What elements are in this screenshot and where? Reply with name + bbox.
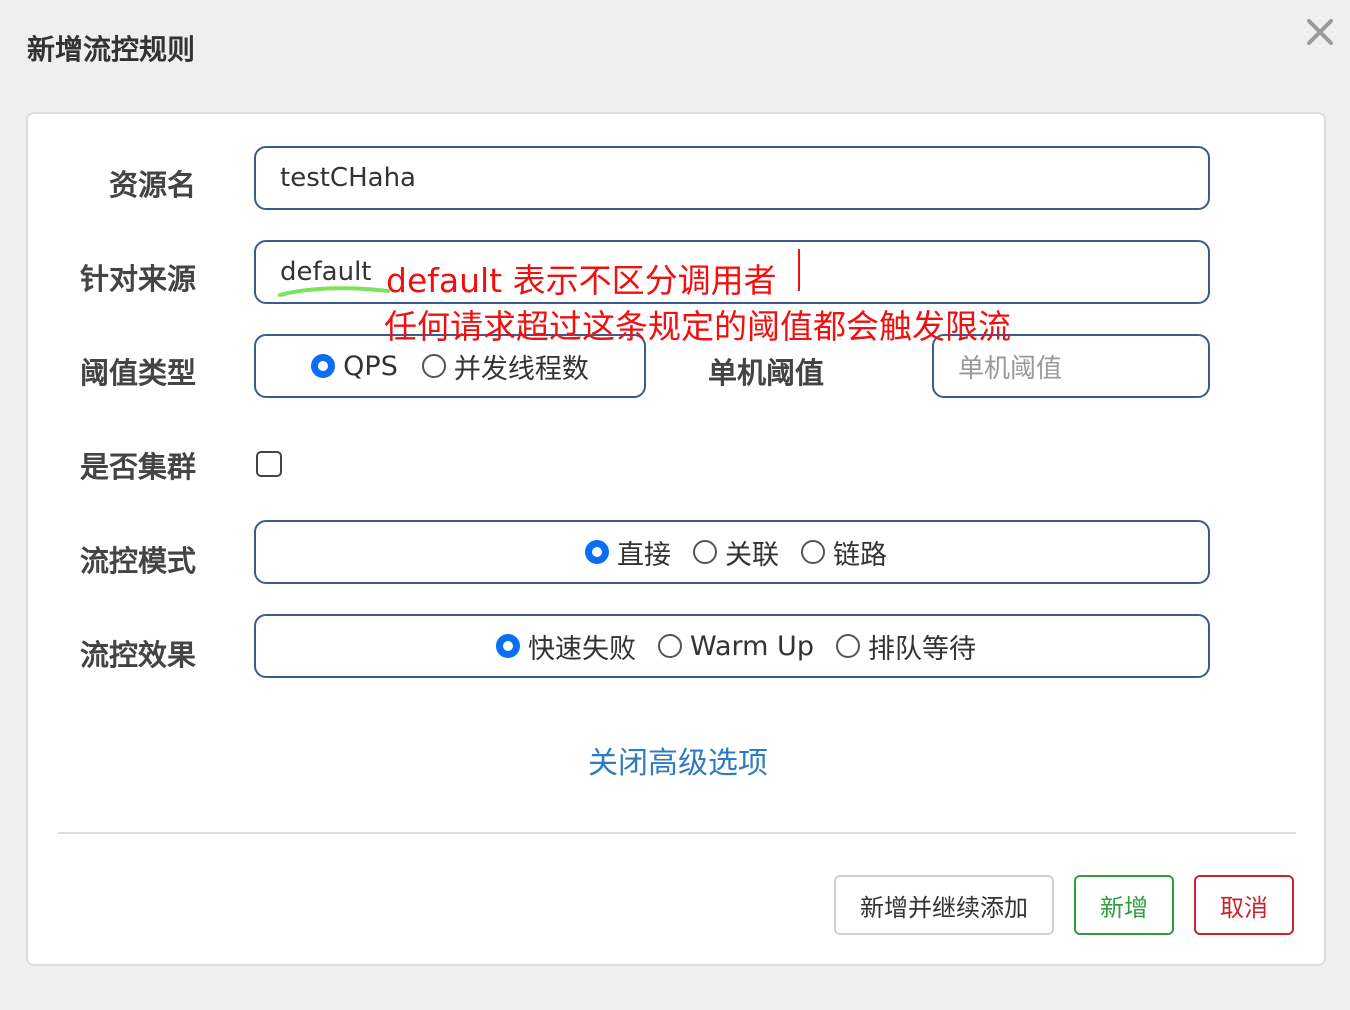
effect-fail-fast[interactable]: 快速失败	[496, 627, 636, 666]
effect-warm-up[interactable]: Warm Up	[658, 631, 814, 662]
radio-unchecked-icon	[801, 540, 825, 564]
radio-unchecked-icon	[835, 634, 860, 658]
radio-checked-icon	[585, 540, 609, 564]
threshold-type-qps[interactable]: QPS	[311, 351, 398, 382]
radio-checked-icon	[496, 634, 521, 658]
highlight-underline-mark	[278, 286, 390, 297]
radio-unchecked-icon	[658, 634, 683, 658]
cluster-label: 是否集群	[79, 450, 196, 484]
mode-direct[interactable]: 直接	[585, 533, 671, 572]
threshold-type-threads-label: 并发线程数	[453, 353, 589, 385]
rule-form-panel: 资源名 testCHaha 针对来源 default 阈值类型 QPS 并发线程…	[26, 112, 1326, 966]
mode-relate-label: 关联	[725, 539, 779, 571]
add-and-continue-button[interactable]: 新增并继续添加	[834, 875, 1054, 935]
threshold-type-qps-label: QPS	[343, 350, 398, 382]
origin-label: 针对来源	[79, 262, 196, 296]
threshold-type-label: 阈值类型	[79, 356, 196, 390]
annotation-line-1: default 表示不区分调用者	[386, 261, 777, 300]
resource-input[interactable]: testCHaha	[254, 146, 1210, 210]
toggle-advanced-link[interactable]: 关闭高级选项	[28, 738, 1328, 782]
close-icon[interactable]	[1302, 14, 1338, 50]
text-cursor	[798, 249, 800, 291]
effect-queue[interactable]: 排队等待	[835, 627, 976, 666]
resource-label: 资源名	[108, 168, 196, 202]
mode-label: 流控模式	[79, 544, 196, 578]
add-button[interactable]: 新增	[1074, 875, 1174, 935]
effect-label: 流控效果	[79, 638, 196, 672]
annotation-line-2: 任何请求超过这条规定的阈值都会触发限流	[384, 307, 1011, 346]
effect-group: 快速失败 Warm Up 排队等待	[254, 614, 1210, 678]
mode-chain[interactable]: 链路	[801, 533, 887, 572]
radio-unchecked-icon	[421, 354, 446, 378]
effect-warm-up-label: Warm Up	[690, 630, 814, 662]
threshold-type-threads[interactable]: 并发线程数	[421, 347, 589, 386]
mode-group: 直接 关联 链路	[254, 520, 1210, 584]
mode-relate[interactable]: 关联	[693, 533, 779, 572]
footer-divider	[58, 832, 1296, 834]
mode-chain-label: 链路	[833, 539, 887, 571]
single-threshold-label: 单机阈值	[708, 356, 825, 390]
effect-fail-fast-label: 快速失败	[528, 633, 637, 665]
cluster-checkbox[interactable]	[256, 451, 282, 477]
mode-direct-label: 直接	[617, 539, 671, 571]
radio-checked-icon	[311, 354, 336, 378]
cancel-button[interactable]: 取消	[1194, 875, 1294, 935]
radio-unchecked-icon	[693, 540, 717, 564]
dialog-title: 新增流控规则	[27, 33, 196, 66]
effect-queue-label: 排队等待	[867, 633, 976, 665]
